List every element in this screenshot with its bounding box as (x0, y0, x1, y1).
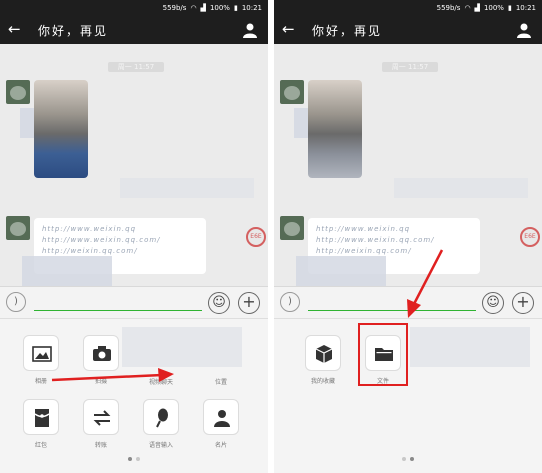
back-arrow-icon[interactable]: ← (282, 20, 295, 38)
link-text[interactable]: http://www.weixin.qq.com/ (316, 235, 472, 246)
emoji-button[interactable]: ☺ (482, 292, 504, 314)
network-speed: 559b/s (162, 4, 187, 12)
tool-favorites[interactable]: 我的收藏 (298, 335, 348, 397)
chat-area: 周一 11:57 http://www.weixin.qq http://www… (274, 44, 542, 286)
page-dot (136, 457, 140, 461)
tool-panel: 我的收藏 文件 (274, 318, 542, 473)
voice-toggle-button[interactable]: ) (6, 292, 26, 312)
emoji-button[interactable]: ☺ (208, 292, 230, 314)
clock: 10:21 (241, 4, 262, 12)
signal-icon: ▟ (474, 4, 480, 12)
image-message[interactable] (308, 80, 362, 178)
tool-video-chat[interactable]: 视频聊天 (136, 335, 186, 397)
camera-icon (83, 335, 119, 371)
tool-label: 我的收藏 (310, 378, 335, 385)
blurred-content (22, 256, 112, 286)
message-input[interactable] (308, 295, 476, 311)
more-options-button[interactable]: + (238, 292, 260, 314)
profile-icon[interactable] (242, 22, 258, 38)
tool-location[interactable]: 位置 (196, 335, 246, 397)
page-dot (410, 457, 414, 461)
cube-icon (305, 335, 341, 371)
page-dot (402, 457, 406, 461)
image-icon (23, 335, 59, 371)
link-text[interactable]: http://www.weixin.qq.com/ (42, 235, 198, 246)
message-input[interactable] (34, 295, 202, 311)
contact-card-icon (203, 399, 239, 435)
battery-level: 100% (483, 4, 504, 12)
unread-badge: E6E (520, 227, 540, 247)
image-message[interactable] (34, 80, 88, 178)
signal-icon: ▟ (200, 4, 206, 12)
title-bar: ← 你好，再见 (0, 16, 268, 44)
status-bar: 559b/s ◠ ▟ 100% ▮ 10:21 (274, 0, 542, 16)
page-dot (128, 457, 132, 461)
page-indicator (274, 446, 542, 465)
page-indicator (0, 446, 268, 465)
avatar[interactable] (6, 216, 30, 240)
battery-icon: ▮ (233, 4, 238, 12)
link-text[interactable]: http://www.weixin.qq (42, 224, 198, 235)
title-bar: ← 你好，再见 (274, 16, 542, 44)
avatar[interactable] (280, 216, 304, 240)
battery-level: 100% (209, 4, 230, 12)
blurred-content (120, 178, 254, 198)
red-packet-icon (23, 399, 59, 435)
tool-camera[interactable]: 拍摄 (76, 335, 126, 397)
clock: 10:21 (515, 4, 536, 12)
tool-label: 位置 (214, 379, 227, 386)
chat-title: 你好，再见 (38, 24, 109, 38)
profile-icon[interactable] (516, 22, 532, 38)
avatar[interactable] (280, 80, 304, 104)
tool-panel: 相册 拍摄 视频聊天 位置 红包 转账 语音输入 名片 (0, 318, 268, 473)
tool-label: 视频聊天 (148, 379, 173, 386)
message-timestamp: 周一 11:57 (382, 62, 438, 72)
annotation-highlight-box (358, 323, 408, 386)
battery-icon: ▮ (507, 4, 512, 12)
back-arrow-icon[interactable]: ← (8, 20, 21, 38)
tool-album[interactable]: 相册 (16, 335, 66, 397)
input-bar: ) ☺ + (274, 286, 542, 318)
more-options-button[interactable]: + (512, 292, 534, 314)
wifi-icon: ◠ (190, 4, 197, 12)
message-timestamp: 周一 11:57 (108, 62, 164, 72)
transfer-icon (83, 399, 119, 435)
chat-title: 你好，再见 (312, 24, 383, 38)
blurred-content (296, 256, 386, 286)
voice-toggle-button[interactable]: ) (280, 292, 300, 312)
screenshot-panel-right: 559b/s ◠ ▟ 100% ▮ 10:21 ← 你好，再见 周一 11:57… (274, 0, 542, 473)
blurred-content (394, 178, 528, 198)
status-bar: 559b/s ◠ ▟ 100% ▮ 10:21 (0, 0, 268, 16)
microphone-icon (143, 399, 179, 435)
network-speed: 559b/s (436, 4, 461, 12)
blurred-content (410, 327, 530, 367)
wifi-icon: ◠ (464, 4, 471, 12)
avatar[interactable] (6, 80, 30, 104)
chat-area: 周一 11:57 http://www.weixin.qq http://www… (0, 44, 268, 286)
unread-badge: E6E (246, 227, 266, 247)
tool-label: 拍摄 (94, 378, 107, 385)
input-bar: ) ☺ + (0, 286, 268, 318)
tool-label: 相册 (34, 378, 47, 385)
screenshot-panel-left: 559b/s ◠ ▟ 100% ▮ 10:21 ← 你好，再见 周一 11:57… (0, 0, 268, 473)
link-text[interactable]: http://www.weixin.qq (316, 224, 472, 235)
